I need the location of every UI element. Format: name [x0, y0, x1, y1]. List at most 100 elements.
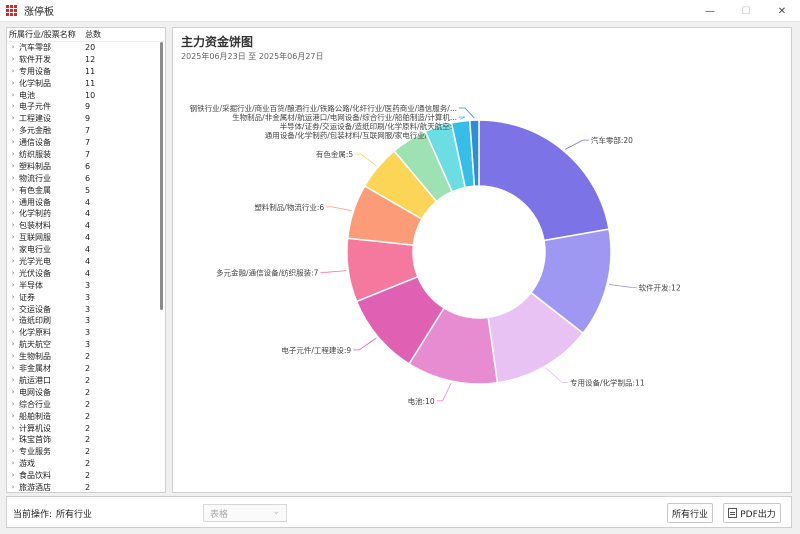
- tree-row[interactable]: › 非金属材 2: [7, 363, 157, 375]
- chevron-right-icon[interactable]: ›: [7, 161, 19, 173]
- close-icon[interactable]: ✕: [764, 0, 800, 22]
- tree-row[interactable]: › 光学光电 4: [7, 256, 157, 268]
- tree-row[interactable]: › 通用设备 4: [7, 197, 157, 209]
- tree-row[interactable]: › 汽车零部 20: [7, 42, 157, 54]
- tree-row[interactable]: › 化学原料 3: [7, 327, 157, 339]
- tree-row-count: 4: [85, 245, 91, 255]
- tree-row[interactable]: › 塑料制品 6: [7, 161, 157, 173]
- bottom-bar: 当前操作: 所有行业 表格 ⌄ 所有行业 PDF出力: [6, 496, 792, 528]
- tree-row[interactable]: › 电子元件 9: [7, 101, 157, 113]
- chevron-right-icon[interactable]: ›: [7, 339, 19, 351]
- chevron-right-icon[interactable]: ›: [7, 411, 19, 423]
- tree-row-name: 综合行业: [19, 399, 51, 409]
- tree-row[interactable]: › 半导体 3: [7, 280, 157, 292]
- tree-row[interactable]: › 游戏 2: [7, 458, 157, 470]
- chevron-right-icon[interactable]: ›: [7, 315, 19, 327]
- chevron-right-icon[interactable]: ›: [7, 280, 19, 292]
- chevron-right-icon[interactable]: ›: [7, 137, 19, 149]
- chevron-right-icon[interactable]: ›: [7, 458, 19, 470]
- chevron-right-icon[interactable]: ›: [7, 387, 19, 399]
- tree-row[interactable]: › 互联网服 4: [7, 232, 157, 244]
- chevron-right-icon[interactable]: ›: [7, 363, 19, 375]
- tree-row[interactable]: › 交运设备 3: [7, 304, 157, 316]
- view-select[interactable]: 表格 ⌄: [203, 504, 287, 522]
- chevron-right-icon[interactable]: ›: [7, 113, 19, 125]
- tree-row[interactable]: › 综合行业 2: [7, 399, 157, 411]
- tree-row[interactable]: › 软件开发 12: [7, 54, 157, 66]
- tree-row[interactable]: › 光伏设备 4: [7, 268, 157, 280]
- tree-row[interactable]: › 工程建设 9: [7, 113, 157, 125]
- tree-row[interactable]: › 生物制品 2: [7, 351, 157, 363]
- chevron-right-icon[interactable]: ›: [7, 351, 19, 363]
- tree-row-name: 专用设备: [19, 66, 51, 76]
- tree-row[interactable]: › 计算机设 2: [7, 423, 157, 435]
- tree-row[interactable]: › 电池 10: [7, 90, 157, 102]
- chevron-right-icon[interactable]: ›: [7, 173, 19, 185]
- tree-scrollbar[interactable]: [159, 42, 164, 490]
- chevron-right-icon[interactable]: ›: [7, 220, 19, 232]
- chevron-right-icon[interactable]: ›: [7, 197, 19, 209]
- tree-row[interactable]: › 多元金融 7: [7, 125, 157, 137]
- chevron-right-icon[interactable]: ›: [7, 327, 19, 339]
- maximize-icon[interactable]: ☐: [728, 0, 764, 22]
- tree-row[interactable]: › 包装材料 4: [7, 220, 157, 232]
- scroll-thumb[interactable]: [160, 42, 163, 310]
- tree-row[interactable]: › 船舶制造 2: [7, 411, 157, 423]
- chevron-right-icon[interactable]: ›: [7, 101, 19, 113]
- tree-row-count: 4: [85, 233, 91, 243]
- chevron-right-icon[interactable]: ›: [7, 78, 19, 90]
- tree-row[interactable]: › 有色金属 5: [7, 185, 157, 197]
- tree-row[interactable]: › 电网设备 2: [7, 387, 157, 399]
- tree-row[interactable]: › 专业服务 2: [7, 446, 157, 458]
- chevron-right-icon[interactable]: ›: [7, 185, 19, 197]
- chevron-right-icon[interactable]: ›: [7, 482, 19, 492]
- chevron-right-icon[interactable]: ›: [7, 292, 19, 304]
- chevron-right-icon[interactable]: ›: [7, 232, 19, 244]
- chevron-right-icon[interactable]: ›: [7, 90, 19, 102]
- tree-row-name: 多元金融: [19, 126, 51, 136]
- tree-row-name: 家电行业: [19, 245, 51, 255]
- chevron-right-icon[interactable]: ›: [7, 304, 19, 316]
- chevron-right-icon[interactable]: ›: [7, 423, 19, 435]
- tree-row[interactable]: › 造纸印刷 3: [7, 315, 157, 327]
- tree-row[interactable]: › 证券 3: [7, 292, 157, 304]
- chevron-right-icon[interactable]: ›: [7, 446, 19, 458]
- chevron-right-icon[interactable]: ›: [7, 470, 19, 482]
- tree-row-name: 物流行业: [19, 173, 51, 183]
- tree-row-count: 7: [85, 150, 91, 160]
- tree-header: 所属行业/股票名称 总数: [7, 28, 165, 42]
- tree-row[interactable]: › 纺织服装 7: [7, 149, 157, 161]
- tree-row[interactable]: › 通信设备 7: [7, 137, 157, 149]
- chevron-right-icon[interactable]: ›: [7, 256, 19, 268]
- chevron-right-icon[interactable]: ›: [7, 399, 19, 411]
- chevron-right-icon[interactable]: ›: [7, 375, 19, 387]
- label-leader-line: [326, 206, 352, 211]
- all-industries-button[interactable]: 所有行业: [667, 503, 713, 523]
- tree-row[interactable]: › 物流行业 6: [7, 173, 157, 185]
- tree-row[interactable]: › 化学制药 4: [7, 208, 157, 220]
- minimize-icon[interactable]: —: [692, 0, 728, 22]
- chevron-right-icon[interactable]: ›: [7, 244, 19, 256]
- chevron-right-icon[interactable]: ›: [7, 268, 19, 280]
- chevron-right-icon[interactable]: ›: [7, 149, 19, 161]
- tree-header-name[interactable]: 所属行业/股票名称: [7, 29, 85, 40]
- chevron-right-icon[interactable]: ›: [7, 434, 19, 446]
- tree-row[interactable]: › 旅游酒店 2: [7, 482, 157, 492]
- chevron-right-icon[interactable]: ›: [7, 125, 19, 137]
- chevron-right-icon[interactable]: ›: [7, 54, 19, 66]
- label-leader-line: [320, 270, 347, 273]
- tree-row[interactable]: › 航天航空 3: [7, 339, 157, 351]
- tree-row[interactable]: › 航运港口 2: [7, 375, 157, 387]
- chevron-right-icon[interactable]: ›: [7, 42, 19, 54]
- tree-row[interactable]: › 化学制品 11: [7, 78, 157, 90]
- tree-row-count: 9: [85, 102, 91, 112]
- chevron-right-icon[interactable]: ›: [7, 208, 19, 220]
- tree-header-count[interactable]: 总数: [85, 29, 125, 40]
- tree-row[interactable]: › 家电行业 4: [7, 244, 157, 256]
- chevron-right-icon[interactable]: ›: [7, 66, 19, 78]
- tree-row[interactable]: › 珠宝首饰 2: [7, 434, 157, 446]
- pdf-export-button[interactable]: PDF出力: [723, 503, 781, 523]
- tree-row[interactable]: › 食品饮料 2: [7, 470, 157, 482]
- pie-slice[interactable]: [478, 119, 610, 242]
- tree-row[interactable]: › 专用设备 11: [7, 66, 157, 78]
